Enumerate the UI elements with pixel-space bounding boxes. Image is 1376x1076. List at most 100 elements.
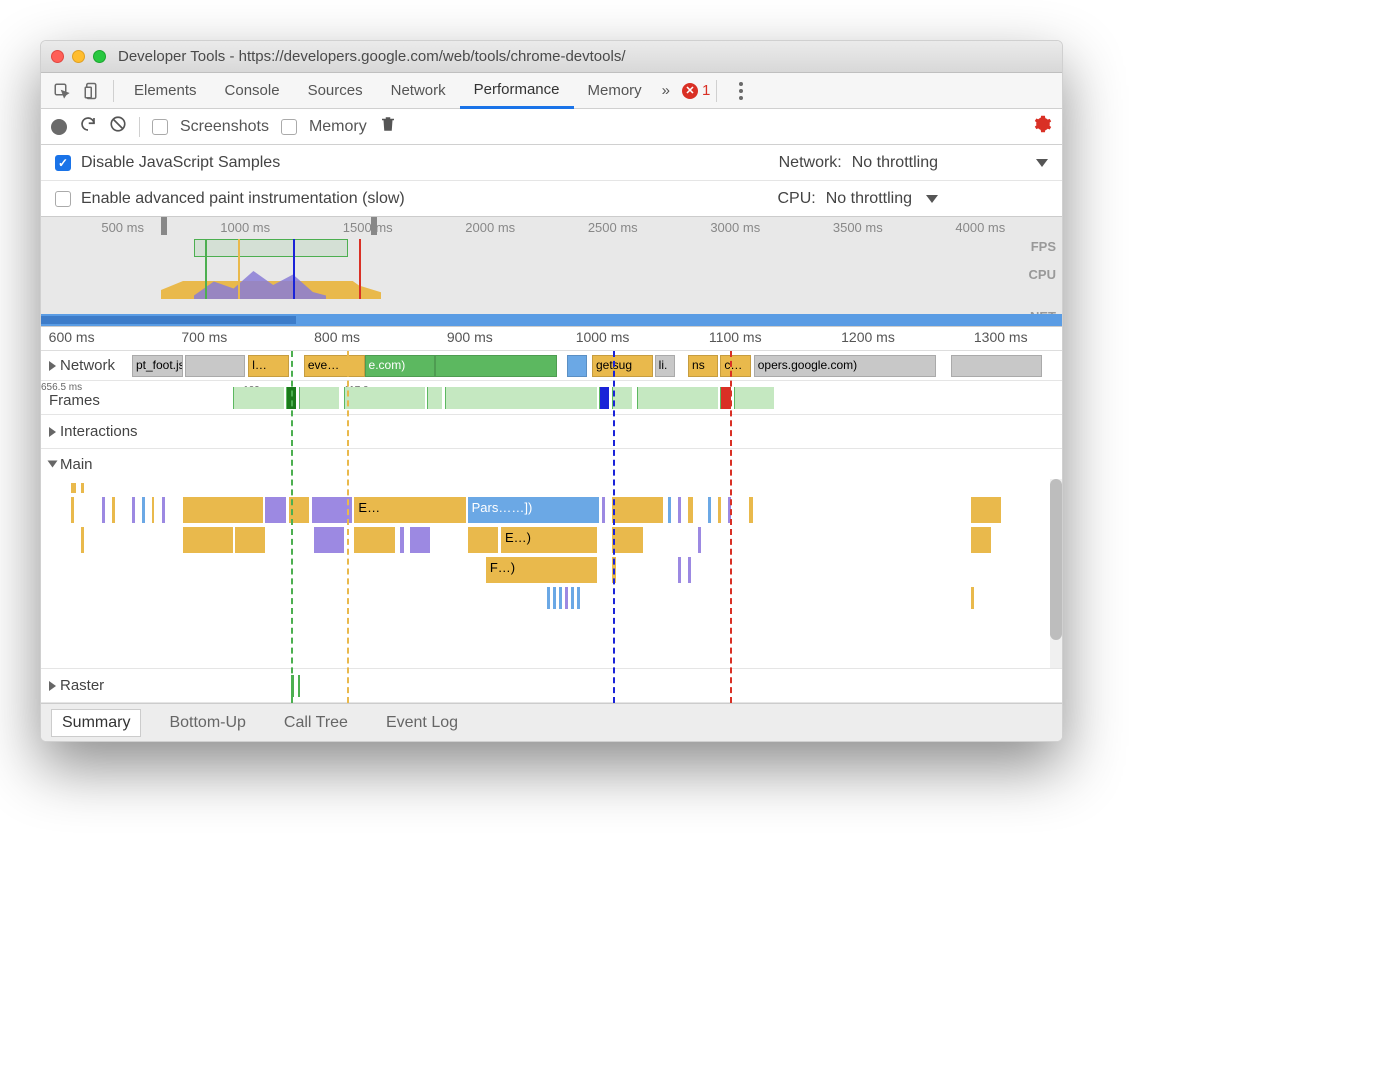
- flame-chart-container: Network pt_foot.js l… eve… e.com) getsug…: [41, 351, 1062, 703]
- frame[interactable]: [720, 387, 730, 409]
- network-item[interactable]: [185, 355, 246, 377]
- flame-task[interactable]: E…: [354, 497, 465, 523]
- screenshots-checkbox[interactable]: [152, 119, 168, 135]
- tick: 4000 ms: [955, 220, 1005, 235]
- tab-overflow[interactable]: »: [656, 73, 676, 109]
- frame[interactable]: [637, 387, 718, 409]
- frame[interactable]: [299, 387, 339, 409]
- network-item[interactable]: getsug: [592, 355, 653, 377]
- flame-task[interactable]: [312, 497, 352, 523]
- raster-row[interactable]: Raster: [41, 669, 1062, 703]
- network-item[interactable]: c…: [720, 355, 750, 377]
- flame-task[interactable]: [971, 527, 991, 553]
- minimize-icon[interactable]: [72, 50, 85, 63]
- tab-elements[interactable]: Elements: [120, 73, 211, 109]
- raster-header[interactable]: Raster: [41, 677, 104, 694]
- frame[interactable]: [445, 387, 597, 409]
- flame-task[interactable]: [468, 527, 498, 553]
- enable-paint-checkbox[interactable]: [55, 191, 71, 207]
- frame[interactable]: [599, 387, 609, 409]
- device-toolbar-icon[interactable]: [77, 76, 107, 106]
- error-icon: ✕: [682, 83, 698, 99]
- network-item[interactable]: [435, 355, 556, 377]
- tab-performance[interactable]: Performance: [460, 73, 574, 109]
- tab-bottom-up[interactable]: Bottom-Up: [159, 710, 255, 736]
- tab-network[interactable]: Network: [377, 73, 460, 109]
- window-controls: [51, 50, 106, 63]
- error-badge[interactable]: ✕ 1: [682, 82, 710, 99]
- network-row[interactable]: Network pt_foot.js l… eve… e.com) getsug…: [41, 351, 1062, 381]
- reload-icon[interactable]: [79, 115, 97, 138]
- network-item[interactable]: eve…: [304, 355, 365, 377]
- network-label: Network: [60, 357, 115, 374]
- flame-task[interactable]: [612, 527, 642, 553]
- overview-handle-left[interactable]: [161, 217, 167, 235]
- flame-task[interactable]: [183, 497, 264, 523]
- network-throttling-dropdown[interactable]: No throttling: [852, 154, 1048, 172]
- scrollbar-track[interactable]: [1050, 479, 1062, 668]
- frame[interactable]: [734, 387, 774, 409]
- main-flame-chart[interactable]: E… Pars……]) E: [41, 479, 1062, 669]
- network-item[interactable]: ns: [688, 355, 718, 377]
- timeline-ruler[interactable]: 600 ms 700 ms 800 ms 900 ms 1000 ms 1100…: [41, 327, 1062, 351]
- kebab-menu-icon[interactable]: [731, 82, 751, 100]
- flame-task[interactable]: [354, 527, 394, 553]
- close-icon[interactable]: [51, 50, 64, 63]
- tick: 800 ms: [314, 329, 360, 345]
- network-value: No throttling: [852, 154, 938, 172]
- trash-icon[interactable]: [379, 115, 397, 138]
- network-header[interactable]: Network: [41, 357, 115, 374]
- network-item[interactable]: l…: [248, 355, 288, 377]
- network-item[interactable]: li.: [655, 355, 675, 377]
- inspect-icon[interactable]: [47, 76, 77, 106]
- scrollbar-thumb[interactable]: [1050, 479, 1062, 640]
- maximize-icon[interactable]: [93, 50, 106, 63]
- network-item[interactable]: [951, 355, 1042, 377]
- flame-task[interactable]: [265, 497, 285, 523]
- devtools-window: Developer Tools - https://developers.goo…: [40, 40, 1063, 742]
- network-item[interactable]: pt_foot.js: [132, 355, 183, 377]
- tab-summary[interactable]: Summary: [51, 709, 141, 737]
- tick: 2000 ms: [465, 220, 515, 235]
- flame-task[interactable]: Pars……]): [468, 497, 599, 523]
- network-item[interactable]: e.com): [365, 355, 436, 377]
- flame-task[interactable]: F…): [486, 557, 597, 583]
- interactions-row[interactable]: Interactions: [41, 415, 1062, 449]
- frame[interactable]: [344, 387, 425, 409]
- flame-task[interactable]: [971, 497, 1001, 523]
- network-item[interactable]: opers.google.com): [754, 355, 936, 377]
- frame[interactable]: [233, 387, 284, 409]
- cpu-throttling-dropdown[interactable]: No throttling: [826, 190, 938, 208]
- frame[interactable]: [612, 387, 632, 409]
- tab-call-tree[interactable]: Call Tree: [274, 710, 358, 736]
- overview-handle-right[interactable]: [371, 217, 377, 235]
- tab-event-log[interactable]: Event Log: [376, 710, 468, 736]
- flame-task[interactable]: [314, 527, 344, 553]
- tab-memory[interactable]: Memory: [574, 73, 656, 109]
- flame-task[interactable]: [183, 527, 234, 553]
- frames-header[interactable]: 656.5 ms Frames: [41, 386, 100, 409]
- flame-task[interactable]: [410, 527, 430, 553]
- main-header[interactable]: Main: [41, 456, 93, 473]
- memory-checkbox[interactable]: [281, 119, 297, 135]
- capture-settings-icon[interactable]: [1034, 115, 1052, 138]
- tick: 3000 ms: [710, 220, 760, 235]
- disable-js-checkbox[interactable]: ✓: [55, 155, 71, 171]
- tab-sources[interactable]: Sources: [294, 73, 377, 109]
- network-bars: pt_foot.js l… eve… e.com) getsug li. ns …: [41, 354, 1052, 377]
- main-header-row[interactable]: Main: [41, 449, 1062, 479]
- flame-task[interactable]: [612, 497, 663, 523]
- interactions-header[interactable]: Interactions: [41, 423, 138, 440]
- overview-chart: [161, 239, 381, 299]
- clear-icon[interactable]: [109, 115, 127, 138]
- main-label: Main: [60, 456, 93, 473]
- frame[interactable]: [427, 387, 442, 409]
- network-item[interactable]: [567, 355, 587, 377]
- flame-task[interactable]: E…): [501, 527, 597, 553]
- record-button[interactable]: [51, 119, 67, 135]
- frames-row[interactable]: 656.5 ms Frames 109. ms 117.0 ms: [41, 381, 1062, 415]
- timeline-overview[interactable]: 500 ms 1000 ms 1500 ms 2000 ms 2500 ms 3…: [41, 217, 1062, 327]
- tab-console[interactable]: Console: [211, 73, 294, 109]
- flame-task[interactable]: [235, 527, 265, 553]
- cpu-value: No throttling: [826, 190, 912, 208]
